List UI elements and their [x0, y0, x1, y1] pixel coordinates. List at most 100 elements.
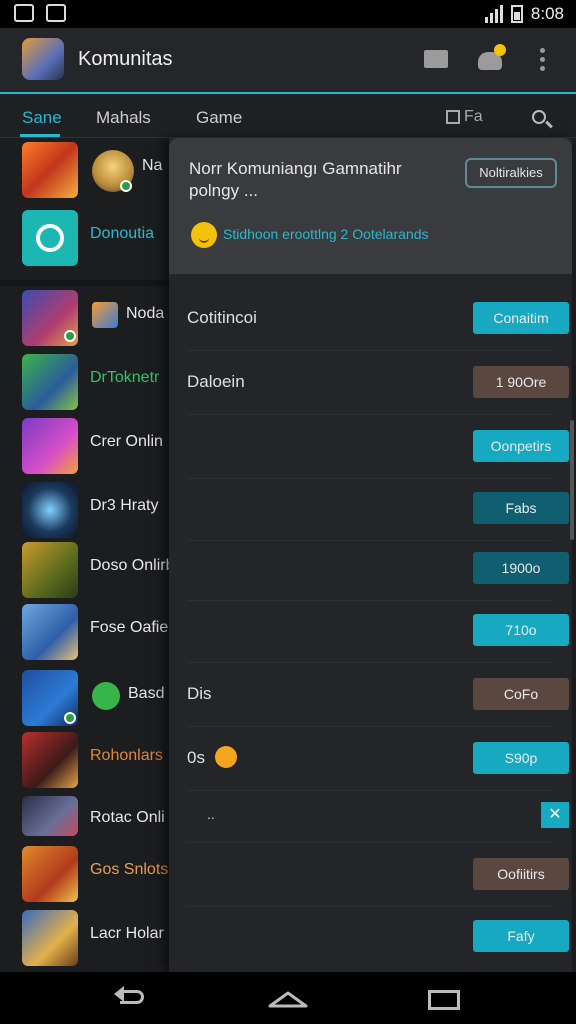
- list-item[interactable]: Donoutia: [0, 208, 170, 270]
- divider: [0, 280, 170, 286]
- list-item-label: Crer Onlin: [90, 433, 163, 450]
- list-item[interactable]: Na: [0, 140, 170, 202]
- online-badge: [64, 330, 76, 342]
- recent-apps-icon[interactable]: [428, 990, 460, 1010]
- tab-bar: Sane Mahals Game Fa: [0, 92, 576, 138]
- tab-sane[interactable]: Sane: [22, 108, 62, 128]
- game-thumbnail: [22, 418, 78, 474]
- row-label: 0s: [187, 748, 205, 767]
- game-thumbnail: [22, 796, 78, 836]
- status-bar: 8:08: [0, 0, 576, 28]
- row-action-button[interactable]: CoFo: [473, 678, 569, 710]
- game-thumbnail: [22, 910, 78, 966]
- game-thumbnail: [22, 210, 78, 266]
- row-label: Dis: [187, 684, 212, 703]
- list-item[interactable]: Dr3 Hraty: [0, 480, 170, 542]
- settings-row: Daloein 1 90Ore: [187, 352, 569, 415]
- list-item-label: Gos Snlots: [90, 861, 169, 878]
- online-badge: [64, 712, 76, 724]
- settings-row: 0s S90p: [187, 728, 569, 791]
- settings-row: Oofiitirs: [187, 844, 569, 907]
- row-action-button[interactable]: Oofiitirs: [473, 858, 569, 890]
- search-icon[interactable]: [530, 108, 554, 132]
- list-item-label: Lacr Holar: [90, 925, 164, 942]
- tab-fa[interactable]: Fa: [446, 108, 483, 126]
- row-label: Daloein: [187, 372, 245, 391]
- back-icon[interactable]: [112, 986, 148, 1008]
- row-action-button[interactable]: Oonpetirs: [473, 430, 569, 462]
- game-thumbnail: [22, 604, 78, 660]
- list-item[interactable]: Lacr Holar: [0, 908, 170, 970]
- emoji-icon: [215, 746, 237, 768]
- list-item-label: DrToknetr: [90, 369, 160, 386]
- list-item[interactable]: Gos Snlots: [0, 844, 170, 906]
- notification-dot: [494, 44, 506, 56]
- row-action-button[interactable]: S90p: [473, 742, 569, 774]
- list-item-label: Basd: [128, 685, 165, 702]
- messages-icon[interactable]: [420, 44, 452, 76]
- app-logo: [22, 38, 64, 80]
- more-vert-icon[interactable]: [526, 44, 558, 76]
- game-thumbnail: [22, 482, 78, 538]
- notification-icon: [14, 4, 34, 22]
- game-thumbnail: [22, 542, 78, 598]
- settings-row: Oonpetirs: [187, 416, 569, 479]
- home-icon[interactable]: [268, 990, 308, 1008]
- game-thumbnail: [22, 846, 78, 902]
- notification-icon: [46, 4, 66, 22]
- list-item[interactable]: Doso Onlirb: [0, 540, 170, 602]
- row-action-button[interactable]: 710o: [473, 614, 569, 646]
- status-time: 8:08: [530, 4, 564, 23]
- list-item[interactable]: Fose Oafie: [0, 602, 170, 664]
- list-item-label: Donoutia: [90, 225, 155, 242]
- notifications-button[interactable]: Noltiralkies: [465, 158, 557, 188]
- settings-row: 1900o: [187, 538, 569, 601]
- overlay-header: Norr Komuniangı Gamnatihr polngy ... Nol…: [169, 138, 572, 274]
- row-action-button[interactable]: Fafy: [473, 920, 569, 952]
- game-thumbnail: [22, 142, 78, 198]
- settings-row: 710o: [187, 600, 569, 663]
- game-thumbnail: [22, 732, 78, 788]
- community-overlay-panel: Norr Komuniangı Gamnatihr polngy ... Nol…: [169, 138, 572, 972]
- app-bar: Komunitas: [0, 28, 576, 92]
- settings-row: Cotitincoi Conaitim: [187, 288, 569, 351]
- groups-icon[interactable]: [474, 44, 506, 76]
- avatar: [92, 682, 120, 710]
- settings-row: Fabs: [187, 478, 569, 541]
- list-item[interactable]: Noda: [0, 288, 170, 350]
- tab-fa-label: Fa: [464, 108, 483, 125]
- smile-emoji-icon: [191, 222, 217, 248]
- row-label: Cotitincoi: [187, 308, 257, 327]
- row-action-button[interactable]: Fabs: [473, 492, 569, 524]
- row-action-button[interactable]: 1900o: [473, 552, 569, 584]
- signal-icon: [484, 5, 503, 23]
- online-badge: [120, 180, 132, 192]
- list-item-label: Fose Oafie: [90, 619, 169, 636]
- list-item-label: Dr3 Hraty: [90, 497, 159, 514]
- row-action-button[interactable]: 1 90Ore: [473, 366, 569, 398]
- settings-row: Dis CoFo: [187, 664, 569, 727]
- row-action-button[interactable]: Conaitim: [473, 302, 569, 334]
- battery-icon: [510, 5, 523, 23]
- list-item-label: Rotac Onli: [90, 809, 165, 826]
- list-item[interactable]: Rohonlars: [0, 730, 170, 792]
- row-label: ..: [207, 806, 215, 822]
- overlay-subtitle-link[interactable]: Stidhoon eroottlng 2 Ootelarands: [223, 226, 428, 242]
- list-item-label: Noda: [126, 305, 165, 322]
- active-tab-indicator: [20, 134, 60, 137]
- filter-icon: [446, 110, 460, 124]
- tab-mahals[interactable]: Mahals: [96, 108, 151, 128]
- list-item[interactable]: Crer Onlin: [0, 416, 170, 478]
- chat-icon: [36, 224, 64, 252]
- close-icon[interactable]: ✕: [541, 802, 569, 828]
- scrollbar[interactable]: [570, 420, 574, 540]
- list-item-label: Doso Onlirb: [90, 557, 170, 574]
- game-thumbnail: [22, 354, 78, 410]
- list-item[interactable]: Basd: [0, 668, 170, 730]
- list-item-label: Rohonlars: [90, 747, 163, 764]
- list-item-label: Na: [142, 157, 163, 174]
- avatar: [92, 302, 118, 328]
- tab-game[interactable]: Game: [196, 108, 242, 128]
- page-title: Komunitas: [78, 48, 173, 70]
- list-item[interactable]: DrToknetr: [0, 352, 170, 414]
